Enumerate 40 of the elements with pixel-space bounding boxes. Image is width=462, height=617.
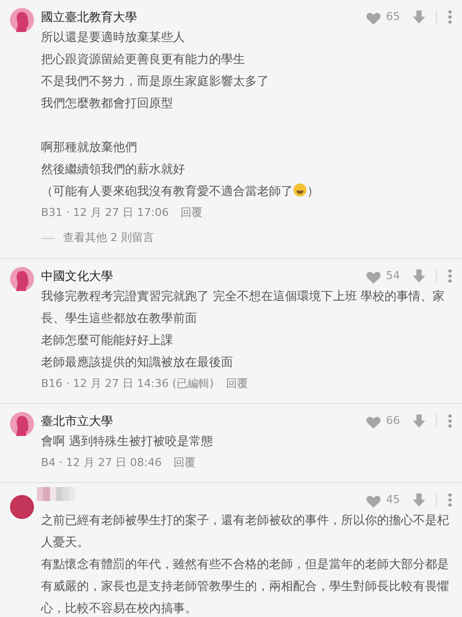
more-options-icon[interactable] (448, 414, 452, 428)
down-arrow-icon[interactable] (412, 9, 426, 25)
reply-link[interactable]: 回覆 (180, 204, 203, 222)
author-name[interactable]: 臺北市立大學 (41, 412, 365, 430)
comment-text: 老師最應該提供的知識被放在最後面 (41, 354, 234, 371)
comment-text: （可能有人要來砲我沒有教育愛不適合當老師了 ） (41, 182, 320, 200)
comment-text: 我修完教程考完證實習完就跑了 完全不想在這個環境下上班 學校的事情、家長、學生這些都放在教學前面 (41, 288, 446, 327)
like-count: 65 (385, 8, 401, 25)
comment-text: 有點懷念有體罰的年代，雖然有些不合格的老師，但是當年的老師大部分都是有威嚴的，家長也是支持老師管教學生的，兩相配合，學生對師長比較有畏懼心，比較不容易在校內搞事。 (41, 556, 450, 617)
like-count: 66 (385, 412, 401, 429)
avatar-icon[interactable] (10, 8, 34, 32)
comment-text: 所以還是要適時放棄某些人 (41, 29, 186, 46)
comment-text: 會啊 遇到特殊生被打被咬是常態 (41, 433, 214, 450)
down-arrow-icon[interactable] (412, 413, 426, 429)
like-count: 45 (385, 492, 401, 508)
author-name[interactable]: 國立臺北教育大學 (41, 8, 365, 26)
timestamp: B31 · 12 月 27 日 17:06 (41, 204, 169, 221)
avatar-icon[interactable] (10, 495, 34, 519)
avatar-icon[interactable] (10, 412, 34, 436)
comment-text: 把心跟資源留給更善良更有能力的學生 (41, 51, 246, 68)
comment-text: 然後繼續領我們的薪水就好 (41, 161, 186, 178)
more-options-icon[interactable] (448, 269, 452, 283)
reply-link[interactable]: 回覆 (174, 454, 196, 472)
down-arrow-icon[interactable] (412, 492, 426, 508)
comment-text: 啊那種就放棄他們 (41, 139, 138, 156)
comment-text: 老師怎麼可能能好好上課 (41, 332, 174, 349)
reply-link[interactable]: 回覆 (226, 376, 248, 392)
avatar-icon[interactable] (10, 267, 34, 291)
timestamp: B4 · 12 月 27 日 08:46 (41, 454, 162, 471)
more-options-icon[interactable] (448, 493, 452, 507)
view-more-replies-link[interactable]: 查看其他 2 則留言 (63, 230, 154, 246)
down-arrow-icon[interactable] (412, 268, 426, 284)
more-options-icon[interactable] (448, 10, 452, 24)
like-count: 54 (385, 268, 401, 284)
comment-text: 我們怎麼教都會打回原型 (41, 95, 174, 112)
timestamp: B16 · 12 月 27 日 14:36 (已編輯) (41, 376, 214, 392)
author-name[interactable]: 中國文化大學 (41, 267, 365, 285)
blurred-name (37, 487, 75, 501)
comment-text: 之前已經有老師被學生打的案子，還有老師被砍的事件，所以你的擔心不是杞人憂天。 (41, 512, 450, 551)
comment-text: 不是我們不努力，而是原生家庭影響太多了 (41, 73, 270, 90)
